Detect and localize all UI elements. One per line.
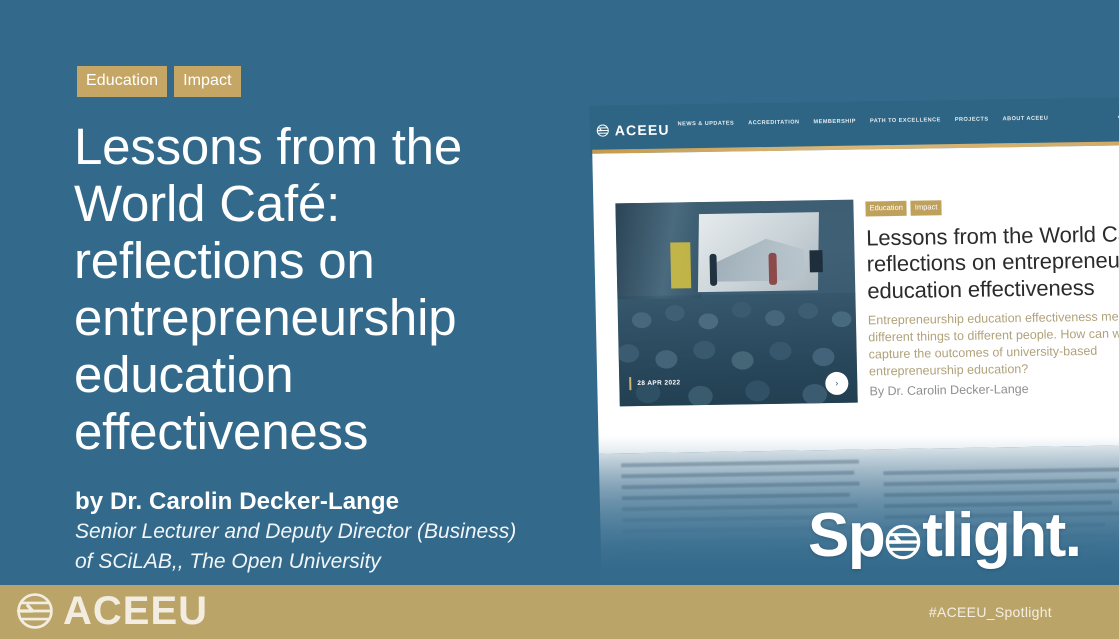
body-line [621, 492, 851, 501]
nav-item-projects[interactable]: PROJECTS [955, 117, 989, 124]
body-line [621, 470, 855, 479]
topic-tag-row: Education Impact [77, 66, 241, 97]
website-content-area: 28 APR 2022 › Education Impact Lessons f… [592, 144, 1119, 454]
spotlight-text-before: Sp [808, 501, 886, 570]
topic-tag-impact: Impact [174, 66, 241, 97]
body-line [622, 537, 833, 545]
article-tag-education[interactable]: Education [865, 200, 908, 216]
article-title[interactable]: Lessons from the World Café: reflections… [866, 220, 1119, 304]
slide-canvas: Education Impact Lessons from the World … [0, 0, 1119, 639]
article-lead-text: Entrepreneurship education effectiveness… [867, 309, 1119, 379]
article-thumbnail[interactable]: 28 APR 2022 › [615, 199, 858, 407]
spotlight-wordmark: Sp tlight. [808, 501, 1082, 570]
footer-logo-text: ACEEU [63, 589, 209, 633]
footer-logo: ACEEU [14, 590, 208, 632]
footer-hashtag: #ACEEU_Spotlight [928, 604, 1052, 620]
body-line [621, 459, 860, 468]
body-line [883, 478, 1117, 487]
thumbnail-banner [670, 242, 692, 289]
thumbnail-loudspeaker [809, 250, 823, 273]
page-title: Lessons from the World Café: reflections… [74, 118, 462, 460]
spotlight-text-after: tlight. [922, 501, 1082, 570]
topic-tag-education: Education [77, 66, 168, 97]
thumbnail-date-badge: 28 APR 2022 [629, 376, 681, 391]
website-nav: NEWS & UPDATES ACCREDITATION MEMBERSHIP … [678, 116, 1049, 128]
article-summary: Education Impact Lessons from the World … [865, 197, 1119, 401]
author-role-line-2: of SCiLAB,, The Open University [75, 550, 381, 573]
article-tag-impact[interactable]: Impact [910, 200, 942, 216]
body-line [621, 481, 860, 490]
body-line [883, 489, 1119, 498]
nav-item-accreditation[interactable]: ACCREDITATION [748, 119, 799, 126]
website-logo[interactable]: ACEEU [596, 122, 670, 139]
author-block: by Dr. Carolin Decker-Lange Senior Lectu… [75, 487, 575, 577]
nav-item-about-aceeu[interactable]: ABOUT ACEEU [1002, 116, 1048, 123]
aceeu-globe-icon [16, 593, 53, 629]
aceeu-globe-icon [886, 524, 921, 560]
website-logo-text: ACEEU [614, 121, 670, 139]
aceeu-globe-icon [596, 124, 609, 137]
footer-bar: ACEEU #ACEEU_Spotlight [0, 585, 1119, 639]
nav-item-path-to-excellence[interactable]: PATH TO EXCELLENCE [870, 117, 941, 124]
article-byline: By Dr. Carolin Decker-Lange [869, 381, 1029, 399]
author-name: by Dr. Carolin Decker-Lange [75, 488, 400, 515]
thumbnail-date-text: 28 APR 2022 [637, 379, 681, 388]
body-line [883, 467, 1119, 476]
author-role-line-1: Senior Lecturer and Deputy Director (Bus… [75, 520, 517, 543]
thumbnail-speaker-right [768, 252, 778, 285]
date-accent-bar [629, 377, 632, 391]
article-tag-row: Education Impact [865, 197, 1119, 216]
left-content-panel: Education Impact Lessons from the World … [0, 0, 585, 585]
thumbnail-speaker-left [709, 253, 718, 286]
nav-item-membership[interactable]: MEMBERSHIP [813, 119, 856, 126]
nav-item-news-updates[interactable]: NEWS & UPDATES [678, 121, 735, 128]
